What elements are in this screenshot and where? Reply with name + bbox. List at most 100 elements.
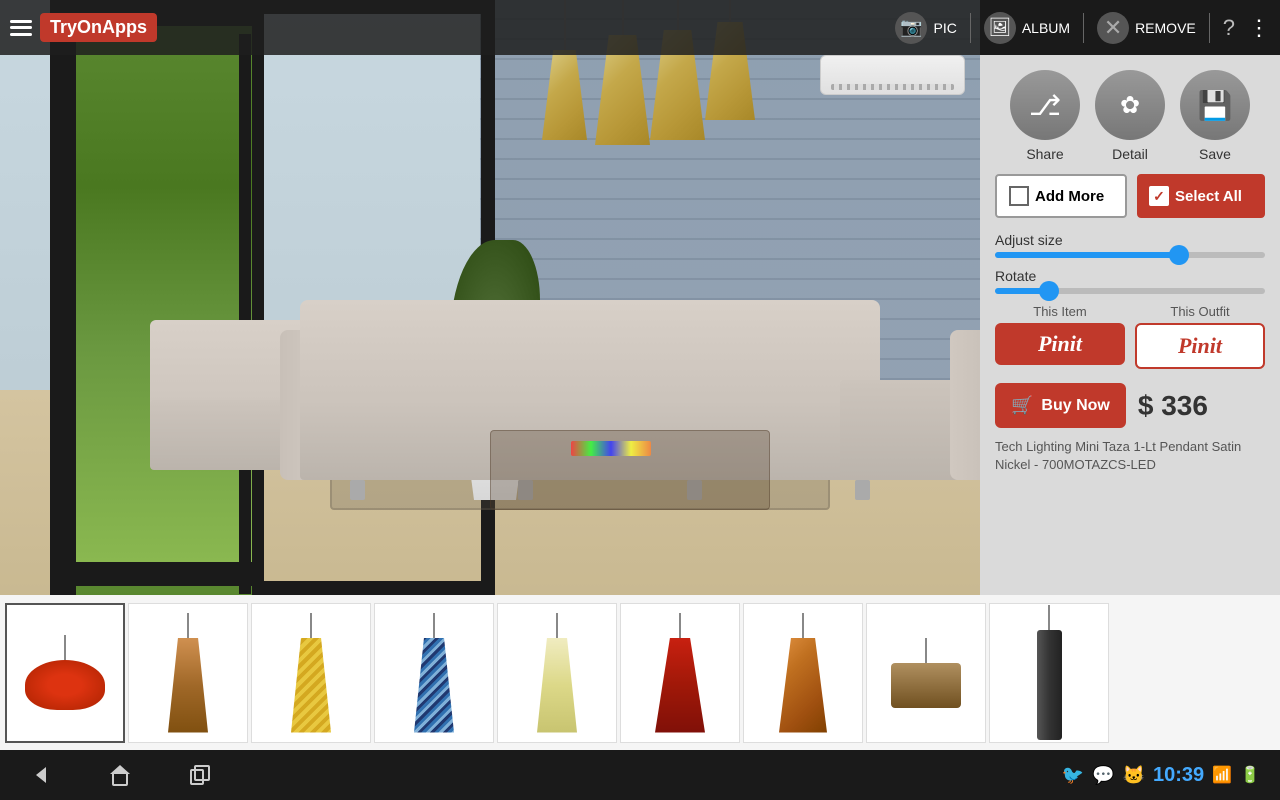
- pic-button[interactable]: 📷 PIC: [895, 12, 956, 44]
- wifi-icon: 📶: [1212, 765, 1232, 785]
- save-button[interactable]: 💾: [1180, 70, 1250, 140]
- thumbnail-item-4[interactable]: [374, 603, 494, 743]
- thumb-pendant-1: [25, 635, 105, 710]
- adjust-size-fill: [995, 252, 1179, 258]
- ac-grill: [831, 84, 954, 90]
- help-icon: ?: [1223, 15, 1235, 41]
- buy-now-button[interactable]: 🛒 Buy Now: [995, 383, 1126, 428]
- thumb-wire: [1048, 605, 1050, 630]
- remove-icon: ✕: [1097, 12, 1129, 44]
- thumb-shade: [168, 638, 208, 733]
- toolbar: TryOnApps 📷 PIC 🖼 ALBUM ✕ REMOVE ? ⋮: [0, 0, 1280, 55]
- select-all-button[interactable]: ✓ Select All: [1137, 174, 1265, 218]
- pin-this-outfit-text: Pinit: [1178, 333, 1222, 359]
- thumb-shade: [291, 638, 331, 733]
- detail-icon: ✿: [1120, 91, 1140, 120]
- thumb-wire: [556, 613, 558, 638]
- right-panel: ⎇ Share ✿ Detail 💾 Save Add More ✓ Selec…: [980, 55, 1280, 610]
- thumb-shade: [537, 638, 577, 733]
- hamburger-line: [10, 26, 32, 29]
- add-more-checkbox: [1009, 186, 1029, 206]
- thumbnail-item-3[interactable]: [251, 603, 371, 743]
- remove-button[interactable]: ✕ REMOVE: [1097, 12, 1196, 44]
- hamburger-menu[interactable]: [10, 20, 32, 36]
- thumbnail-item-7[interactable]: [743, 603, 863, 743]
- adjust-size-track[interactable]: [995, 252, 1265, 258]
- twitter-icon: 🐦: [1062, 765, 1084, 786]
- chat-icon: 💬: [1092, 765, 1114, 786]
- thumbnail-item-8[interactable]: [866, 603, 986, 743]
- thumb-pendant-8: [891, 638, 961, 708]
- pin-this-outfit-button[interactable]: Pinit: [1135, 323, 1265, 369]
- thumb-wire: [310, 613, 312, 638]
- coffee-table-items: [571, 441, 651, 456]
- this-item-label: This Item: [1033, 304, 1086, 319]
- back-button[interactable]: [20, 760, 60, 790]
- rotate-thumb[interactable]: [1039, 281, 1059, 301]
- rotate-section: Rotate: [995, 268, 1265, 294]
- thumb-pendant-5: [537, 613, 577, 733]
- album-label: ALBUM: [1022, 20, 1070, 36]
- add-more-button[interactable]: Add More: [995, 174, 1127, 218]
- window-divider: [239, 34, 251, 594]
- album-button[interactable]: 🖼 ALBUM: [984, 12, 1070, 44]
- thumb-pendant-2: [168, 613, 208, 733]
- home-button[interactable]: [100, 760, 140, 790]
- toolbar-separator: [1083, 13, 1084, 43]
- thumbnail-item-5[interactable]: [497, 603, 617, 743]
- coffee-table: [490, 430, 770, 510]
- camera-icon: 📷: [895, 12, 927, 44]
- selection-row: Add More ✓ Select All: [995, 174, 1265, 218]
- adjust-size-section: Adjust size: [995, 232, 1265, 258]
- thumb-wire: [802, 613, 804, 638]
- save-icon: 💾: [1198, 89, 1233, 122]
- detail-label: Detail: [1112, 146, 1148, 162]
- thumb-wire: [187, 613, 189, 638]
- detail-button[interactable]: ✿: [1095, 70, 1165, 140]
- action-row: ⎇ Share ✿ Detail 💾 Save: [995, 70, 1265, 162]
- sofa-leg: [350, 480, 365, 500]
- toolbar-separator: [970, 13, 971, 43]
- thumb-shade: [414, 638, 454, 733]
- select-all-label: Select All: [1175, 188, 1242, 205]
- rotate-track[interactable]: [995, 288, 1265, 294]
- thumbnail-item-2[interactable]: [128, 603, 248, 743]
- thumbnail-item-1[interactable]: [5, 603, 125, 743]
- share-button[interactable]: ⎇: [1010, 70, 1080, 140]
- pin-this-item-button[interactable]: Pinit: [995, 323, 1125, 365]
- thumb-wire: [679, 613, 681, 638]
- thumb-shade: [655, 638, 705, 733]
- thumbnail-strip: [0, 595, 1280, 750]
- thumb-pendant-6: [655, 613, 705, 733]
- save-label: Save: [1199, 146, 1231, 162]
- select-all-checkbox: ✓: [1149, 186, 1169, 206]
- thumb-pendant-9: [1037, 605, 1062, 740]
- toolbar-separator: [1209, 13, 1210, 43]
- thumb-shade: [25, 660, 105, 710]
- thumbnail-item-9[interactable]: [989, 603, 1109, 743]
- this-outfit-col: This Outfit Pinit: [1135, 304, 1265, 369]
- rotate-label: Rotate: [995, 268, 1265, 284]
- ac-unit: [820, 55, 965, 95]
- recent-apps-button[interactable]: [180, 760, 220, 790]
- thumb-wire: [64, 635, 66, 660]
- this-item-col: This Item Pinit: [995, 304, 1125, 369]
- share-action: ⎇ Share: [1010, 70, 1080, 162]
- adjust-size-thumb[interactable]: [1169, 245, 1189, 265]
- product-description: Tech Lighting Mini Taza 1-Lt Pendant Sat…: [995, 438, 1265, 474]
- cart-icon: 🛒: [1011, 395, 1033, 416]
- thumb-shade: [891, 663, 961, 708]
- thumb-shade: [779, 638, 827, 733]
- more-options-button[interactable]: ⋮: [1248, 15, 1270, 41]
- price-display: $ 336: [1138, 390, 1208, 422]
- thumb-wire: [433, 613, 435, 638]
- save-action: 💾 Save: [1180, 70, 1250, 162]
- pin-section: This Item Pinit This Outfit Pinit: [995, 304, 1265, 369]
- thumb-pendant-3: [291, 613, 331, 733]
- cat-icon: 🐱: [1123, 765, 1145, 786]
- buy-now-label: Buy Now: [1041, 397, 1109, 415]
- thumbnail-item-6[interactable]: [620, 603, 740, 743]
- thumb-pendant-7: [779, 613, 827, 733]
- sofa-arm-right: [950, 330, 980, 480]
- help-button[interactable]: ?: [1223, 15, 1235, 41]
